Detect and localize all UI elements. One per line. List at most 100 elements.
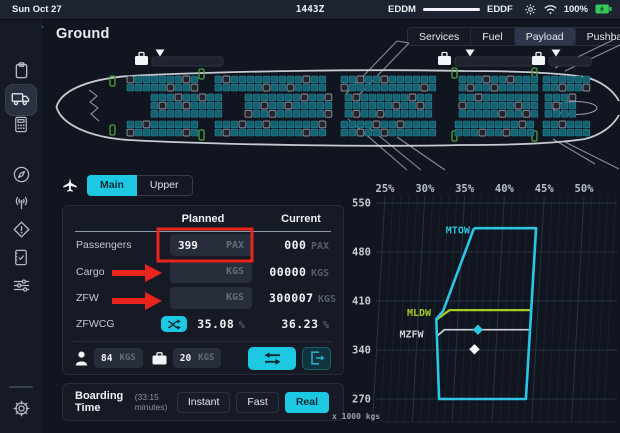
seat-occupied[interactable]	[397, 121, 404, 128]
seat[interactable]	[483, 110, 490, 117]
seat[interactable]	[309, 94, 316, 101]
seat[interactable]	[365, 76, 372, 83]
deboard-button[interactable]	[302, 347, 331, 370]
seat[interactable]	[319, 76, 326, 83]
seat[interactable]	[553, 110, 560, 117]
seat[interactable]	[401, 110, 408, 117]
seat[interactable]	[319, 84, 326, 91]
seat-occupied[interactable]	[583, 84, 590, 91]
seat[interactable]	[475, 102, 482, 109]
seat[interactable]	[135, 129, 142, 136]
seat[interactable]	[409, 102, 416, 109]
seat-occupied[interactable]	[507, 76, 514, 83]
seat[interactable]	[279, 121, 286, 128]
seat-occupied[interactable]	[127, 129, 134, 136]
seat[interactable]	[247, 84, 254, 91]
seat[interactable]	[325, 102, 332, 109]
seat[interactable]	[167, 76, 174, 83]
seat[interactable]	[151, 102, 158, 109]
seat[interactable]	[417, 110, 424, 117]
seat[interactable]	[175, 121, 182, 128]
seat[interactable]	[269, 102, 276, 109]
seat[interactable]	[429, 121, 436, 128]
seat[interactable]	[491, 110, 498, 117]
seat[interactable]	[507, 84, 514, 91]
seat[interactable]	[401, 102, 408, 109]
seat[interactable]	[561, 110, 568, 117]
seat[interactable]	[479, 121, 486, 128]
seat[interactable]	[261, 94, 268, 101]
seat[interactable]	[341, 121, 348, 128]
seat[interactable]	[373, 84, 380, 91]
seat[interactable]	[159, 110, 166, 117]
seat[interactable]	[231, 84, 238, 91]
seat[interactable]	[263, 129, 270, 136]
seat-occupied[interactable]	[373, 121, 380, 128]
seat[interactable]	[567, 129, 574, 136]
seat[interactable]	[175, 102, 182, 109]
seat[interactable]	[151, 121, 158, 128]
seat[interactable]	[253, 102, 260, 109]
seat[interactable]	[245, 102, 252, 109]
seat[interactable]	[263, 76, 270, 83]
seat[interactable]	[523, 84, 530, 91]
seat[interactable]	[569, 110, 576, 117]
seat[interactable]	[135, 84, 142, 91]
gear-icon[interactable]	[524, 3, 537, 16]
seat[interactable]	[455, 121, 462, 128]
seat[interactable]	[499, 84, 506, 91]
seat[interactable]	[183, 110, 190, 117]
seat[interactable]	[389, 121, 396, 128]
seat[interactable]	[413, 121, 420, 128]
seat[interactable]	[135, 121, 142, 128]
seat[interactable]	[487, 129, 494, 136]
seat[interactable]	[239, 84, 246, 91]
seat[interactable]	[151, 84, 158, 91]
seat[interactable]	[583, 121, 590, 128]
seat[interactable]	[515, 84, 522, 91]
load-transfer-button[interactable]	[248, 347, 296, 370]
seat[interactable]	[421, 121, 428, 128]
seat[interactable]	[127, 121, 134, 128]
seat[interactable]	[421, 76, 428, 83]
seat[interactable]	[467, 102, 474, 109]
seat[interactable]	[567, 121, 574, 128]
cargo-planned-input[interactable]: KGS	[170, 261, 252, 283]
seat-occupied[interactable]	[263, 121, 270, 128]
seat[interactable]	[523, 102, 530, 109]
seat-occupied[interactable]	[143, 121, 150, 128]
seat[interactable]	[417, 94, 424, 101]
seat[interactable]	[231, 129, 238, 136]
seat[interactable]	[495, 121, 502, 128]
seat[interactable]	[271, 129, 278, 136]
seat[interactable]	[507, 110, 514, 117]
seat[interactable]	[295, 129, 302, 136]
seat-occupied[interactable]	[569, 94, 576, 101]
seat-occupied[interactable]	[523, 110, 530, 117]
seat[interactable]	[311, 129, 318, 136]
seat-occupied[interactable]	[503, 129, 510, 136]
seat[interactable]	[467, 110, 474, 117]
seat[interactable]	[311, 121, 318, 128]
sidebar-item-tuning[interactable]	[5, 272, 37, 304]
seat[interactable]	[459, 84, 466, 91]
seat-occupied[interactable]	[325, 94, 332, 101]
seat[interactable]	[159, 84, 166, 91]
seat-occupied[interactable]	[459, 102, 466, 109]
seat[interactable]	[385, 102, 392, 109]
seat[interactable]	[405, 76, 412, 83]
seat-occupied[interactable]	[319, 121, 326, 128]
seat-occupied[interactable]	[239, 121, 246, 128]
seat[interactable]	[247, 129, 254, 136]
seat[interactable]	[247, 76, 254, 83]
seat[interactable]	[293, 102, 300, 109]
seat[interactable]	[285, 94, 292, 101]
seat[interactable]	[167, 110, 174, 117]
seat[interactable]	[215, 129, 222, 136]
seat[interactable]	[389, 76, 396, 83]
seat[interactable]	[405, 129, 412, 136]
seat[interactable]	[499, 76, 506, 83]
seat[interactable]	[543, 76, 550, 83]
seat[interactable]	[143, 84, 150, 91]
seat[interactable]	[277, 102, 284, 109]
